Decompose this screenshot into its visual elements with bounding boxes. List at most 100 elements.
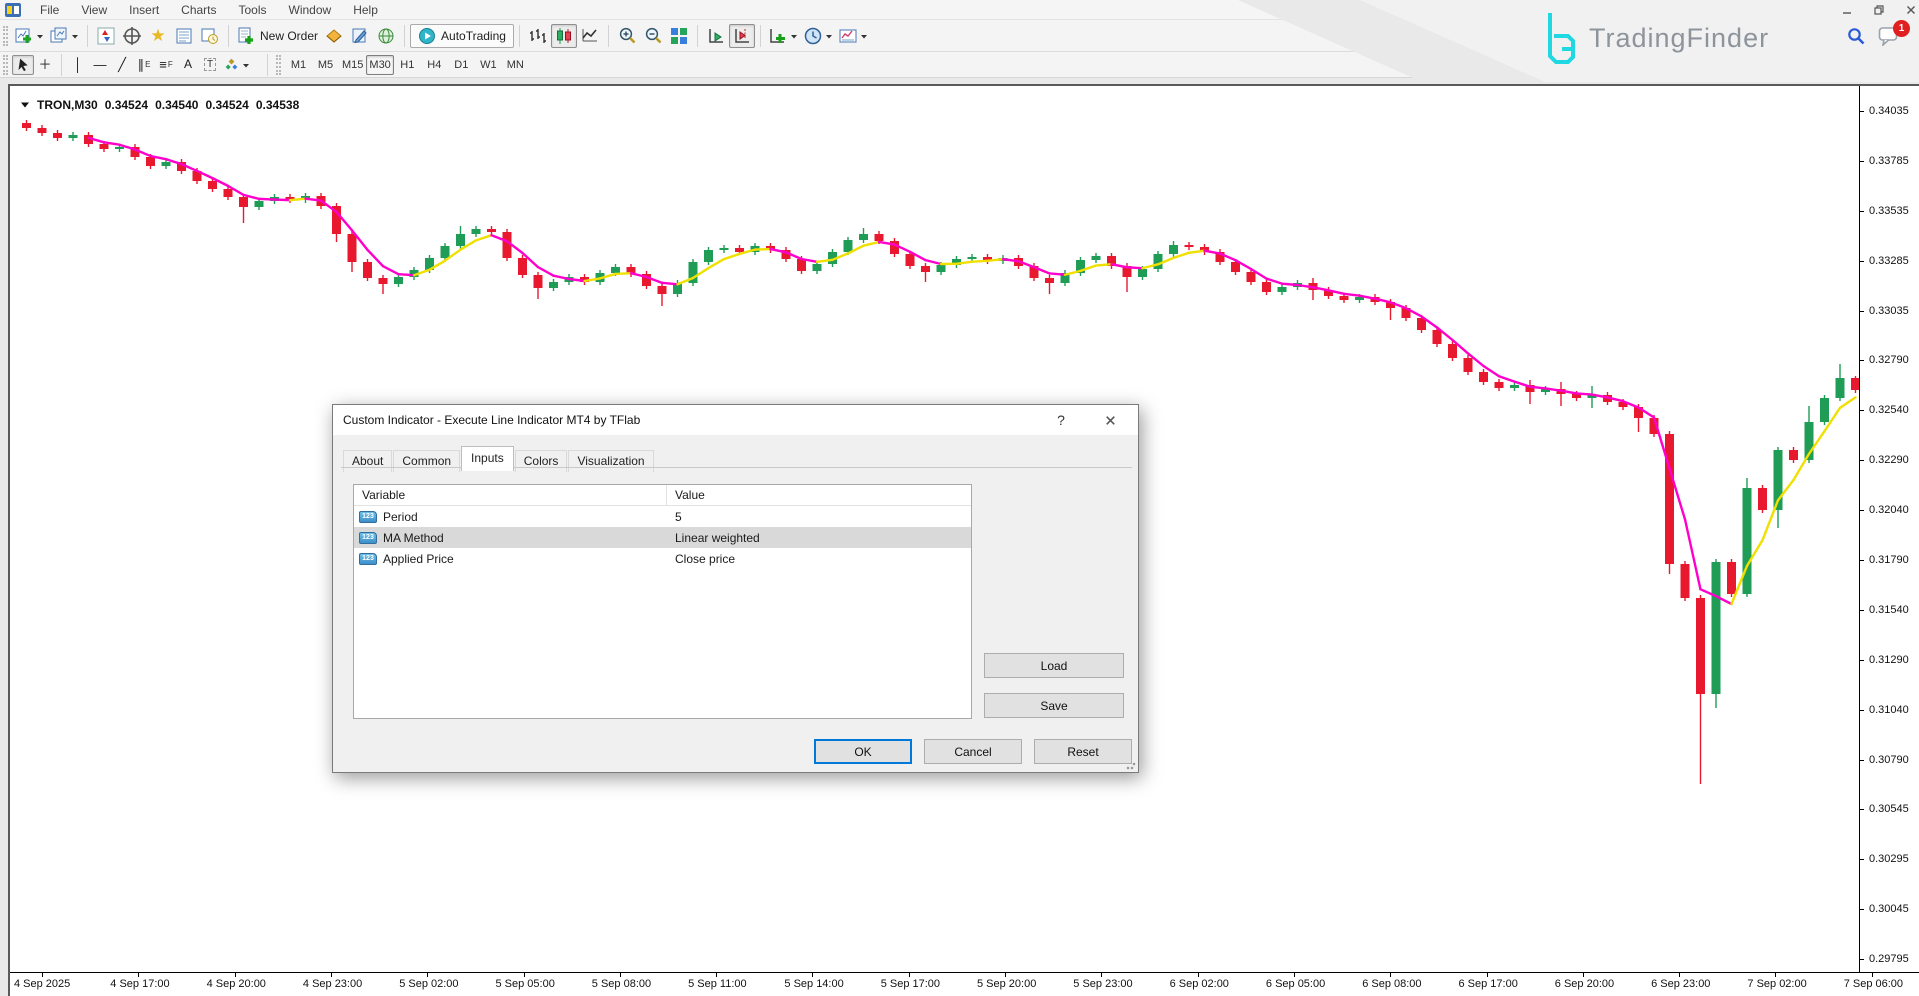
- dialog-close-button[interactable]: [1090, 405, 1130, 435]
- timeframe-m15[interactable]: M15: [339, 55, 366, 75]
- toolbar-drag-handle[interactable]: [3, 26, 8, 46]
- price-label: 0.31540: [1869, 604, 1909, 616]
- crosshair-target-icon: [123, 27, 141, 45]
- variable-value[interactable]: Close price: [667, 552, 735, 566]
- search-button[interactable]: [1846, 26, 1866, 49]
- cursor-tool-button[interactable]: [12, 55, 34, 75]
- save-button[interactable]: Save: [984, 693, 1124, 718]
- tab-colors[interactable]: Colors: [515, 450, 568, 472]
- zoom-in-button[interactable]: [614, 24, 640, 48]
- auto-scroll-button[interactable]: [703, 24, 729, 48]
- vertical-line-tool-button[interactable]: │: [67, 55, 89, 75]
- menu-view[interactable]: View: [70, 1, 118, 19]
- zoom-out-icon: [644, 27, 662, 45]
- price-tick: [1860, 560, 1864, 561]
- menu-window[interactable]: Window: [278, 1, 343, 19]
- ok-button[interactable]: OK: [814, 739, 912, 764]
- close-window-button[interactable]: [1900, 2, 1919, 18]
- time-axis[interactable]: 4 Sep 20254 Sep 17:004 Sep 20:004 Sep 23…: [10, 972, 1919, 996]
- tile-windows-button[interactable]: [666, 24, 692, 48]
- new-order-button[interactable]: New Order: [234, 24, 321, 48]
- fibonacci-tool-button[interactable]: ≡F: [155, 55, 177, 75]
- tab-about[interactable]: About: [343, 450, 392, 472]
- indicators-button[interactable]: [766, 24, 801, 48]
- bar-chart-button[interactable]: [525, 24, 551, 48]
- periods-button[interactable]: [801, 24, 836, 48]
- time-tick: [1487, 973, 1488, 977]
- timeframe-w1[interactable]: W1: [475, 55, 502, 75]
- trendline-icon: ╱: [118, 58, 126, 71]
- line-chart-button[interactable]: [577, 24, 603, 48]
- time-label: 4 Sep 17:00: [110, 978, 169, 990]
- trendline-tool-button[interactable]: ╱: [111, 55, 133, 75]
- menu-tools[interactable]: Tools: [228, 1, 278, 19]
- candlestick-chart-button[interactable]: [551, 24, 577, 48]
- data-window-button[interactable]: [119, 24, 145, 48]
- table-row[interactable]: 123Period 5: [354, 506, 971, 527]
- new-chart-button[interactable]: [12, 24, 47, 48]
- templates-button[interactable]: [836, 24, 871, 48]
- menu-insert[interactable]: Insert: [118, 1, 170, 19]
- menu-help[interactable]: Help: [342, 1, 389, 19]
- metaeditor-button[interactable]: [347, 24, 373, 48]
- variable-value[interactable]: Linear weighted: [667, 531, 760, 545]
- price-label: 0.33785: [1869, 155, 1909, 167]
- time-tick: [1583, 973, 1584, 977]
- variable-value[interactable]: 5: [667, 510, 682, 524]
- terminal-button[interactable]: [171, 24, 197, 48]
- arrows-tool-button[interactable]: [221, 55, 253, 75]
- timeframe-m30[interactable]: M30: [366, 55, 393, 75]
- load-button[interactable]: Load: [984, 653, 1124, 678]
- timeframe-m5[interactable]: M5: [312, 55, 339, 75]
- restore-button[interactable]: [1868, 2, 1890, 18]
- tab-inputs[interactable]: Inputs: [461, 446, 514, 471]
- price-label: 0.30545: [1869, 803, 1909, 815]
- strategy-tester-button[interactable]: [197, 24, 223, 48]
- toolbar-drag-handle[interactable]: [3, 55, 8, 75]
- zoom-out-button[interactable]: [640, 24, 666, 48]
- menu-file[interactable]: File: [29, 1, 70, 19]
- live-trading-button[interactable]: [373, 24, 399, 48]
- tab-common[interactable]: Common: [393, 450, 460, 472]
- price-axis[interactable]: 0.340350.337850.335350.332850.330350.327…: [1859, 86, 1919, 972]
- market-watch-button[interactable]: [93, 24, 119, 48]
- autotrading-toggle[interactable]: AutoTrading: [410, 24, 514, 48]
- dialog-help-button[interactable]: ?: [1046, 405, 1076, 435]
- price-label: 0.29795: [1869, 953, 1909, 965]
- horizontal-line-tool-button[interactable]: —: [89, 55, 111, 75]
- timeframe-d1[interactable]: D1: [448, 55, 475, 75]
- dialog-title-bar[interactable]: Custom Indicator - Execute Line Indicato…: [333, 405, 1138, 435]
- toolbar-drag-handle[interactable]: [276, 55, 281, 75]
- reset-button[interactable]: Reset: [1034, 739, 1132, 764]
- price-tick: [1860, 460, 1864, 461]
- chart-shift-button[interactable]: [729, 24, 755, 48]
- table-row[interactable]: 123Applied Price Close price: [354, 548, 971, 569]
- column-header-variable[interactable]: Variable: [354, 485, 667, 505]
- equidistant-channel-tool-button[interactable]: ∥E: [133, 55, 155, 75]
- resize-grip[interactable]: [1126, 760, 1136, 770]
- column-header-value[interactable]: Value: [667, 488, 705, 502]
- chevron-down-icon: [790, 32, 798, 40]
- crosshair-tool-button[interactable]: ＋: [34, 55, 56, 75]
- price-tick: [1860, 510, 1864, 511]
- timeframe-h1[interactable]: H1: [394, 55, 421, 75]
- profiles-button[interactable]: [47, 24, 82, 48]
- price-label: 0.33035: [1869, 305, 1909, 317]
- notification-badge[interactable]: 1: [1893, 20, 1910, 37]
- timeframe-m1[interactable]: M1: [285, 55, 312, 75]
- cancel-button[interactable]: Cancel: [924, 739, 1022, 764]
- table-row-selected[interactable]: 123MA Method Linear weighted: [354, 527, 971, 548]
- text-label-tool-button[interactable]: T: [199, 55, 221, 75]
- minimize-button[interactable]: [1836, 2, 1858, 18]
- time-tick: [620, 973, 621, 977]
- time-tick: [909, 973, 910, 977]
- tab-visualization[interactable]: Visualization: [568, 450, 653, 472]
- chart-symbol-header[interactable]: TRON,M30 0.34524 0.34540 0.34524 0.34538: [20, 98, 299, 112]
- timeframe-h4[interactable]: H4: [421, 55, 448, 75]
- timeframe-mn[interactable]: MN: [502, 55, 529, 75]
- expert-advisors-button[interactable]: [321, 24, 347, 48]
- text-tool-button[interactable]: A: [177, 55, 199, 75]
- menu-charts[interactable]: Charts: [170, 1, 227, 19]
- time-label: 4 Sep 20:00: [207, 978, 266, 990]
- navigator-button[interactable]: ★: [145, 24, 171, 48]
